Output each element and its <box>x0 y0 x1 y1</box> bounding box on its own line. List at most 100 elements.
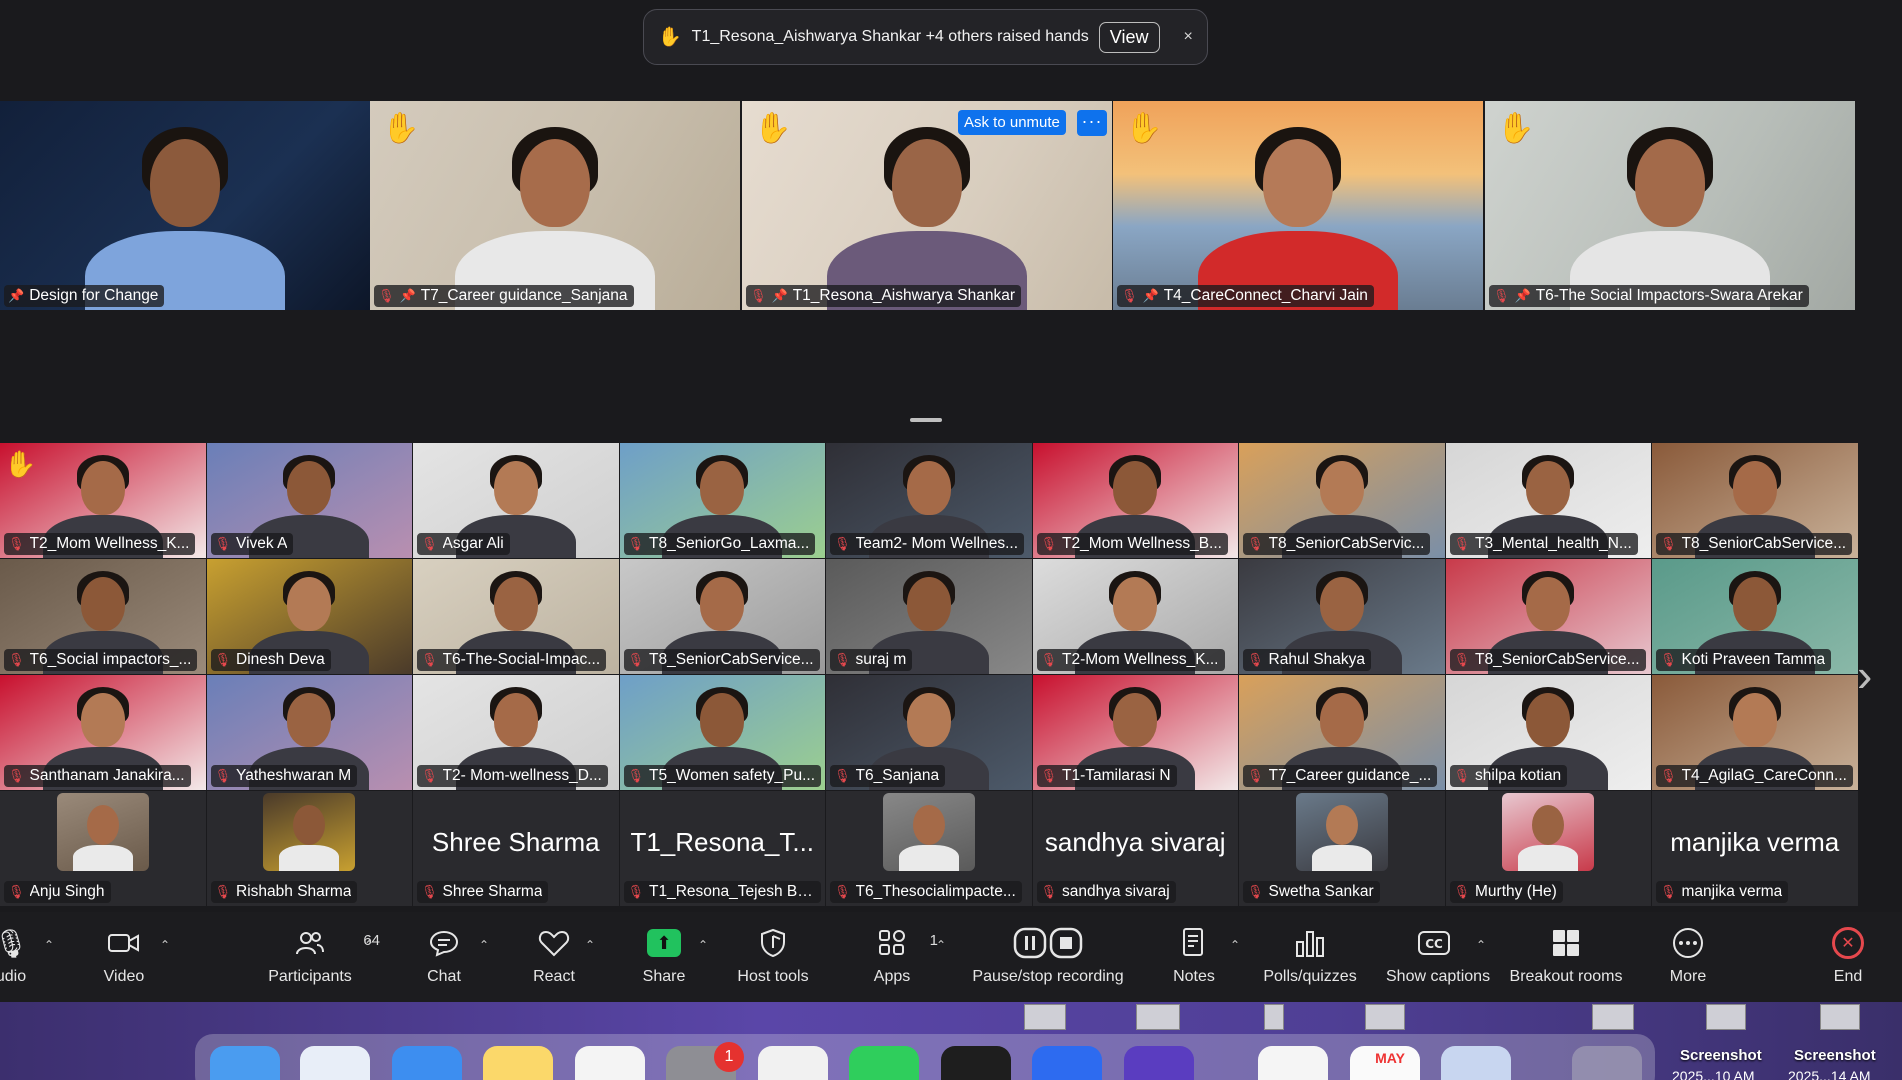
notes-app-icon[interactable] <box>483 1046 553 1080</box>
gallery-video-tile[interactable]: ✋ 🎙 T2_Mom Wellness_K... <box>0 443 206 558</box>
gallery-video-tile[interactable]: 🎙 Anju Singh <box>0 791 206 906</box>
react-button[interactable]: React <box>526 924 582 986</box>
gallery-video-tile[interactable]: sandhya sivaraj 🎙 sandhya sivaraj <box>1032 791 1238 906</box>
gallery-video-tile[interactable]: 🎙 T8_SeniorCabService... <box>1652 443 1858 558</box>
apps-button[interactable]: 1 Apps <box>868 924 938 986</box>
desktop-window-thumbnail[interactable] <box>1136 1004 1180 1030</box>
participant-name-label: 🎙 shilpa kotian <box>1449 765 1568 787</box>
notes-button[interactable]: Notes <box>1168 924 1220 986</box>
zoom-icon[interactable] <box>1032 1046 1102 1080</box>
microphone-icon: 🎙 <box>0 927 29 959</box>
mic-muted-icon: 🎙 <box>750 288 767 303</box>
preview-icon[interactable] <box>1441 1046 1511 1080</box>
desktop-file-label[interactable]: Screenshot <box>1794 1047 1876 1064</box>
share-button[interactable]: ⬆ Share <box>636 924 692 986</box>
gallery-video-tile[interactable]: manjika verma 🎙 manjika verma <box>1652 791 1858 906</box>
show-captions-button[interactable]: CC Show captions <box>1386 924 1490 986</box>
breakout-rooms-button[interactable]: Breakout rooms <box>1506 924 1626 986</box>
resize-handle[interactable] <box>910 418 942 422</box>
spotlight-video-tile[interactable]: ✋ 🎙 📌 T7_Career guidance_Sanjana <box>370 101 740 310</box>
whatsapp-icon[interactable] <box>849 1046 919 1080</box>
gallery-video-tile[interactable]: 🎙 T6_Social impactors_... <box>0 559 206 674</box>
gallery-video-tile[interactable]: 🎙 T3_Mental_health_N... <box>1445 443 1651 558</box>
captions-options-caret[interactable]: ⌃ <box>1476 938 1486 952</box>
spotlight-video-tile[interactable]: ✋ 🎙 📌 T4_CareConnect_Charvi Jain <box>1113 101 1483 310</box>
gallery-video-tile[interactable]: 🎙 T5_Women safety_Pu... <box>619 675 825 790</box>
tile-more-button[interactable]: ··· <box>1077 110 1107 136</box>
gallery-video-tile[interactable]: 🎙 Murthy (He) <box>1445 791 1651 906</box>
trash-icon[interactable] <box>1572 1046 1642 1080</box>
participant-silhouette <box>80 693 125 747</box>
safari-icon[interactable] <box>300 1046 370 1080</box>
app-icon[interactable] <box>1124 1046 1194 1080</box>
pause-stop-recording-button[interactable]: Pause/stop recording <box>968 924 1128 986</box>
gallery-video-tile[interactable]: 🎙 T4_AgilaG_CareConn... <box>1652 675 1858 790</box>
gallery-video-tile[interactable]: 🎙 T6_Thesocialimpacte... <box>826 791 1032 906</box>
desktop-window-thumbnail[interactable] <box>1592 1004 1634 1030</box>
gallery-video-tile[interactable]: 🎙 T2_Mom Wellness_B... <box>1032 443 1238 558</box>
apps-options-caret[interactable]: ⌃ <box>936 938 946 952</box>
gallery-video-tile[interactable]: 🎙 Vivek A <box>206 443 412 558</box>
participants-button[interactable]: 64 Participants <box>262 924 380 986</box>
participant-name-label: 🎙 T1-Tamilarasi N <box>1036 765 1177 787</box>
chat-icon <box>418 924 470 962</box>
gallery-video-tile[interactable]: 🎙 T8_SeniorCabServic... <box>1239 443 1445 558</box>
chat-button[interactable]: Chat <box>418 924 470 986</box>
gallery-video-tile[interactable]: 🎙 Dinesh Deva <box>206 559 412 674</box>
spotlight-video-tile[interactable]: ✋ 🎙 📌 T6-The Social Impactors-Swara Arekar <box>1485 101 1855 310</box>
desktop-window-thumbnail[interactable] <box>1365 1004 1405 1030</box>
chrome-icon[interactable] <box>758 1046 828 1080</box>
gallery-video-tile[interactable]: 🎙 T7_Career guidance_... <box>1239 675 1445 790</box>
gallery-video-tile[interactable]: 🎙 Asgar Ali <box>413 443 619 558</box>
gallery-video-tile[interactable]: 🎙 T8_SeniorCabService... <box>1445 559 1651 674</box>
mail-icon[interactable] <box>392 1046 462 1080</box>
gallery-video-tile[interactable]: 🎙 Swetha Sankar <box>1239 791 1445 906</box>
video-options-caret[interactable]: ⌃ <box>160 938 170 952</box>
view-button[interactable]: View <box>1098 21 1160 53</box>
gallery-video-tile[interactable]: Shree Sharma 🎙 Shree Sharma <box>413 791 619 906</box>
gallery-video-tile[interactable]: 🎙 Team2- Mom Wellnes... <box>826 443 1032 558</box>
end-button[interactable]: ✕ End <box>1826 924 1870 986</box>
gallery-video-tile[interactable]: 🎙 T1-Tamilarasi N <box>1032 675 1238 790</box>
gallery-video-tile[interactable]: 🎙 Koti Praveen Tamma <box>1652 559 1858 674</box>
figma-icon[interactable] <box>941 1046 1011 1080</box>
participants-options-caret[interactable]: ⌃ <box>364 938 374 952</box>
gallery-video-tile[interactable]: 🎙 Rishabh Sharma <box>206 791 412 906</box>
gallery-video-tile[interactable]: 🎙 T6-The-Social-Impac... <box>413 559 619 674</box>
word-icon[interactable] <box>1258 1046 1328 1080</box>
finder-icon[interactable] <box>210 1046 280 1080</box>
gallery-video-tile[interactable]: T1_Resona_T... 🎙 T1_Resona_Tejesh Ba... <box>619 791 825 906</box>
participant-silhouette <box>1526 461 1571 515</box>
close-icon[interactable]: × <box>1184 28 1193 46</box>
ask-to-unmute-button[interactable]: Ask to unmute <box>958 110 1066 135</box>
gallery-video-tile[interactable]: 🎙 Yatheshwaran M <box>206 675 412 790</box>
participant-name-label: 🎙 📌 T4_CareConnect_Charvi Jain <box>1117 285 1374 307</box>
desktop-window-thumbnail[interactable] <box>1264 1004 1284 1030</box>
gallery-video-tile[interactable]: 🎙 shilpa kotian <box>1445 675 1651 790</box>
host-tools-button[interactable]: Host tools <box>730 924 816 986</box>
spotlight-video-tile[interactable]: 📌 Design for Change <box>0 101 370 310</box>
app-icon[interactable] <box>575 1046 645 1080</box>
desktop-window-thumbnail[interactable] <box>1706 1004 1746 1030</box>
more-button[interactable]: More <box>1664 924 1712 986</box>
audio-options-caret[interactable]: ⌃ <box>44 938 54 952</box>
gallery-video-tile[interactable]: 🎙 T2- Mom-wellness_D... <box>413 675 619 790</box>
gallery-video-tile[interactable]: 🎙 Santhanam Janakira... <box>0 675 206 790</box>
gallery-video-tile[interactable]: 🎙 T2-Mom Wellness_K... <box>1032 559 1238 674</box>
notes-options-caret[interactable]: ⌃ <box>1230 938 1240 952</box>
chevron-right-icon[interactable]: › <box>1857 648 1872 702</box>
audio-button[interactable]: 🎙 udio <box>0 924 36 986</box>
react-options-caret[interactable]: ⌃ <box>585 938 595 952</box>
desktop-window-thumbnail[interactable] <box>1820 1004 1860 1030</box>
gallery-video-tile[interactable]: 🎙 Rahul Shakya <box>1239 559 1445 674</box>
polls-quizzes-button[interactable]: Polls/quizzes <box>1262 924 1358 986</box>
gallery-video-tile[interactable]: 🎙 T8_SeniorCabService... <box>619 559 825 674</box>
desktop-file-label[interactable]: Screenshot <box>1680 1047 1762 1064</box>
chat-options-caret[interactable]: ⌃ <box>479 938 489 952</box>
gallery-video-tile[interactable]: 🎙 T8_SeniorGo_Laxma... <box>619 443 825 558</box>
desktop-window-thumbnail[interactable] <box>1024 1004 1066 1030</box>
share-options-caret[interactable]: ⌃ <box>698 938 708 952</box>
gallery-video-tile[interactable]: 🎙 T6_Sanjana <box>826 675 1032 790</box>
video-button[interactable]: Video <box>96 924 152 986</box>
gallery-video-tile[interactable]: 🎙 suraj m <box>826 559 1032 674</box>
